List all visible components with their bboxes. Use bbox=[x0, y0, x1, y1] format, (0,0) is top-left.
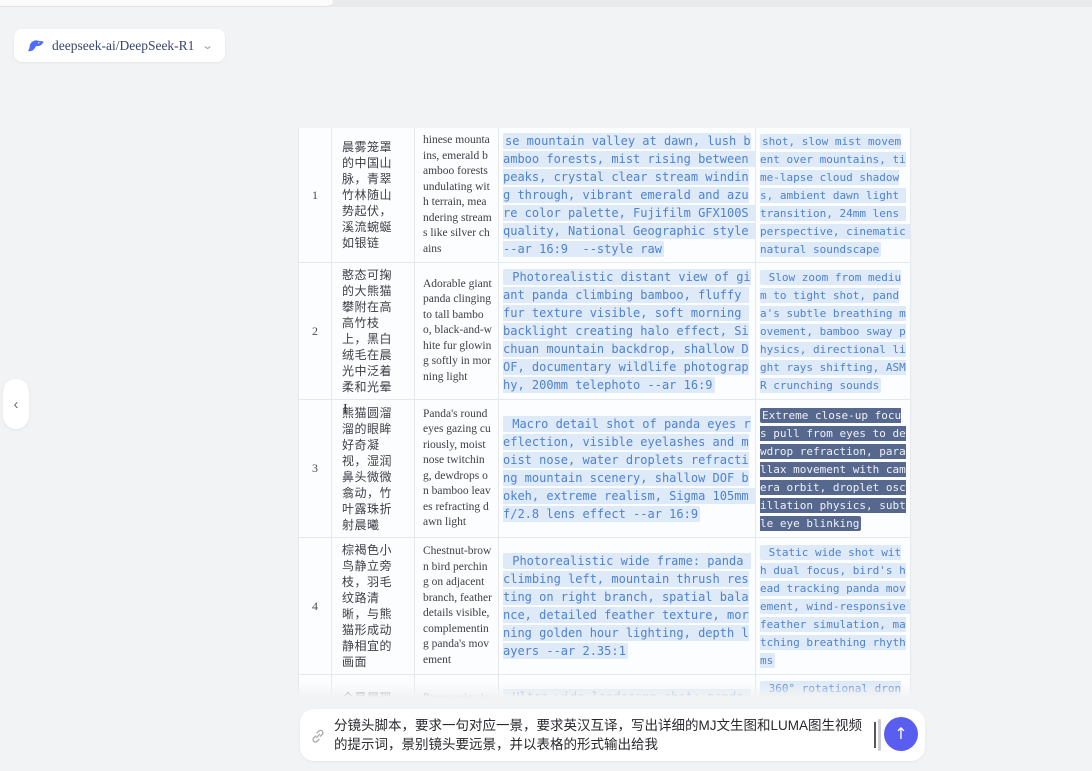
top-window-strip bbox=[0, 0, 1092, 7]
luma-prompt-cell: 360° rotational drone shot, dynamic sunb… bbox=[755, 674, 911, 697]
mj-prompt-code: Photorealistic distant view of giant pan… bbox=[503, 269, 751, 393]
deepseek-whale-icon bbox=[27, 40, 44, 52]
sidebar-collapse-button[interactable]: ‹ bbox=[3, 379, 29, 429]
model-selector-label: deepseek-ai/DeepSeek-R1 bbox=[52, 37, 195, 53]
message-input[interactable]: 分镜头脚本，要求一句对应一景，要求英汉互译，写出详细的MJ文生图和LUMA图生视… bbox=[334, 716, 868, 754]
input-scrollbar[interactable] bbox=[878, 719, 881, 751]
scene-cn-cell: 晨雾笼罩的中国山脉，青翠竹林随山势起伏，溪流蜿蜒如银链 bbox=[331, 128, 415, 263]
luma-prompt-code: Slow zoom from medium to tight shot, pan… bbox=[760, 270, 906, 393]
table-row: 4 棕褐色小鸟静立旁枝，羽毛纹路清晰，与熊猫形成动静相宜的画面 Chestnut… bbox=[298, 537, 911, 675]
arrow-up-icon: ↑ bbox=[894, 724, 908, 743]
scene-cn-cell: 棕褐色小鸟静立旁枝，羽毛纹路清晰，与熊猫形成动静相宜的画面 bbox=[331, 537, 415, 675]
row-index-cell: 4 bbox=[298, 537, 332, 675]
storyboard-table: 1 晨雾笼罩的中国山脉，青翠竹林随山势起伏，溪流蜿蜒如银链 hinese mou… bbox=[298, 128, 911, 697]
luma-prompt-code: shot, slow mist movement over mountains,… bbox=[760, 134, 910, 257]
luma-prompt-cell: shot, slow mist movement over mountains,… bbox=[755, 128, 911, 263]
luma-prompt-code-selected: Extreme close-up focus pull from eyes to… bbox=[760, 407, 906, 531]
mj-prompt-cell: Photorealistic wide frame: panda climbin… bbox=[498, 537, 756, 675]
mj-prompt-cell: Photorealistic distant view of giant pan… bbox=[498, 262, 756, 400]
mj-prompt-code: Photorealistic wide frame: panda climbin… bbox=[503, 553, 751, 659]
text-caret bbox=[874, 722, 876, 748]
scene-en-cell: Chestnut-brown bird perching on adjacent… bbox=[414, 537, 499, 675]
table-row: 2 憨态可掬的大熊猫攀附在高高竹枝上，黑白绒毛在晨光中泛着柔和光晕 Adorab… bbox=[298, 262, 911, 400]
mj-prompt-cell: Macro detail shot of panda eyes reflecti… bbox=[498, 399, 756, 538]
row-index-cell: 3 bbox=[298, 399, 332, 538]
send-button[interactable]: ↑ bbox=[884, 717, 918, 751]
chevron-left-icon: ‹ bbox=[13, 395, 19, 413]
mj-prompt-code: Ultra-wide landscape shot: panda centere… bbox=[503, 689, 751, 697]
mj-prompt-code: Macro detail shot of panda eyes reflecti… bbox=[503, 415, 756, 522]
scene-en-cell: Panda's round eyes gazing curiously, moi… bbox=[414, 399, 499, 538]
mj-prompt-cell: se mountain valley at dawn, lush bamboo … bbox=[498, 128, 756, 263]
table-row: 全景展现熊 Panoramic view Ultra-wide landscap… bbox=[298, 674, 911, 697]
chat-message-viewport: 1 晨雾笼罩的中国山脉，青翠竹林随山势起伏，溪流蜿蜒如银链 hinese mou… bbox=[298, 128, 914, 697]
chat-composer[interactable]: 分镜头脚本，要求一句对应一景，要求英汉互译，写出详细的MJ文生图和LUMA图生视… bbox=[300, 709, 925, 761]
luma-prompt-code: 360° rotational drone shot, dynamic sunb… bbox=[760, 681, 906, 697]
chevron-down-icon: ⌄ bbox=[201, 40, 215, 52]
mj-prompt-cell: Ultra-wide landscape shot: panda centere… bbox=[498, 674, 756, 697]
scene-en-cell: Adorable giant panda clinging to tall ba… bbox=[414, 262, 499, 400]
scene-cn-cell: 憨态可掬的大熊猫攀附在高高竹枝上，黑白绒毛在晨光中泛着柔和光晕 bbox=[331, 262, 415, 400]
luma-prompt-cell: Static wide shot with dual focus, bird's… bbox=[755, 537, 911, 675]
link-icon[interactable] bbox=[310, 728, 326, 744]
luma-prompt-cell: Slow zoom from medium to tight shot, pan… bbox=[755, 262, 911, 400]
model-selector[interactable]: deepseek-ai/DeepSeek-R1 ⌄ bbox=[14, 29, 225, 62]
luma-prompt-cell: Extreme close-up focus pull from eyes to… bbox=[755, 399, 911, 538]
table-row: 3 熊猫圆溜溜的眼眸好奇凝视，湿润鼻头微微翕动，竹叶露珠折射晨曦 Panda's… bbox=[298, 399, 911, 538]
row-index-cell: 1 bbox=[298, 128, 332, 263]
scene-en-cell: hinese mountains, emerald bamboo forests… bbox=[414, 128, 499, 263]
row-index-cell: 2 bbox=[298, 262, 332, 400]
scene-cn-cell: 熊猫圆溜溜的眼眸好奇凝视，湿润鼻头微微翕动，竹叶露珠折射晨曦 bbox=[331, 399, 415, 538]
row-index-cell bbox=[298, 674, 332, 697]
mj-prompt-code: se mountain valley at dawn, lush bamboo … bbox=[503, 133, 756, 257]
luma-prompt-code: Static wide shot with dual focus, bird's… bbox=[760, 545, 910, 668]
table-row: 1 晨雾笼罩的中国山脉，青翠竹林随山势起伏，溪流蜿蜒如银链 hinese mou… bbox=[298, 128, 911, 263]
tab-edge bbox=[0, 0, 333, 7]
scene-en-cell: Panoramic view bbox=[414, 674, 499, 697]
scene-cn-cell: 全景展现熊 bbox=[331, 674, 415, 697]
